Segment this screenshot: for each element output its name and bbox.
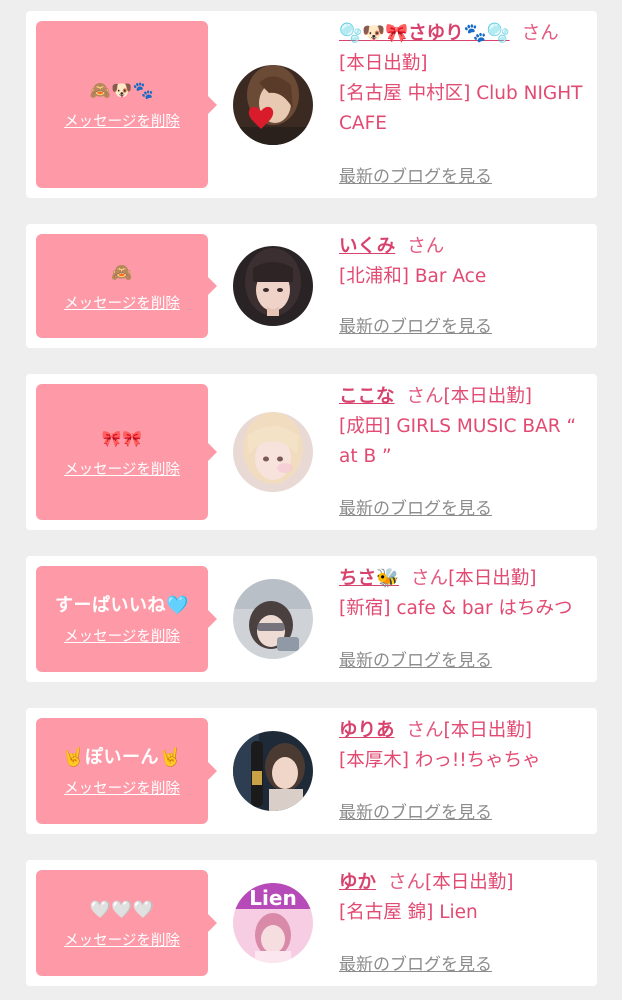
bubble-message: すーぱいいね🩵: [55, 594, 189, 616]
shop-name: [本厚木] わっ!!ちゃちゃ: [339, 750, 541, 771]
latest-blog-link[interactable]: 最新のブログを見る: [339, 312, 492, 337]
shop-name: [北浦和] Bar Ace: [339, 266, 487, 287]
shift-status: [本日出勤]: [448, 568, 537, 589]
message-card: 🤘ぽいーん🤘 メッセージを削除 ゆりあ さん[本日出勤] [本厚木] わっ!!ちゃ…: [26, 708, 597, 834]
sender-info: ここな さん[本日出勤] [成田] GIRLS MUSIC BAR “ at B …: [339, 382, 591, 472]
shop-name: [名古屋 錦] Lien: [339, 902, 478, 923]
avatar-sign-text: Lien: [249, 886, 296, 910]
message-list: 🙈🐶🐾 メッセージを削除 🫧🐶🎀さゆり🐾🫧 さん [本日出勤] [名古屋 中村区]…: [0, 0, 622, 1000]
message-bubble: 🙈 メッセージを削除: [36, 234, 217, 338]
bubble-message: 🙈: [111, 262, 133, 283]
sender-info: ゆりあ さん[本日出勤] [本厚木] わっ!!ちゃちゃ: [339, 716, 591, 776]
bubble-message: 🤍🤍🤍: [89, 899, 155, 920]
message-bubble: 🤍🤍🤍 メッセージを削除: [36, 870, 217, 976]
delete-message-link[interactable]: メッセージを削除: [64, 458, 180, 479]
honorific: さん: [407, 236, 445, 257]
message-card: 🤍🤍🤍 メッセージを削除 Lien ゆか さん[本日出勤] [名古屋 錦] Lie…: [26, 860, 597, 986]
sender-name-link[interactable]: ここな: [339, 386, 395, 407]
honorific: さん: [406, 386, 444, 407]
message-bubble: 🙈🐶🐾 メッセージを削除: [36, 21, 217, 188]
avatar[interactable]: [233, 65, 313, 145]
sender-info: ゆか さん[本日出勤] [名古屋 錦] Lien: [339, 868, 591, 928]
latest-blog-link[interactable]: 最新のブログを見る: [339, 494, 492, 519]
delete-message-link[interactable]: メッセージを削除: [64, 777, 180, 798]
sender-name-link[interactable]: ちさ🐝: [339, 568, 399, 589]
avatar[interactable]: Lien: [233, 883, 313, 963]
sender-name-link[interactable]: ゆか: [339, 872, 376, 893]
avatar[interactable]: [233, 246, 313, 326]
bubble-message: 🙈🐶🐾: [89, 81, 155, 101]
shop-name: [名古屋 中村区] Club NIGHT CAFE: [339, 83, 583, 134]
delete-message-link[interactable]: メッセージを削除: [64, 292, 180, 313]
bubble-message: 🎀🎀: [101, 428, 143, 448]
avatar[interactable]: [233, 731, 313, 811]
delete-message-link[interactable]: メッセージを削除: [64, 929, 180, 950]
sender-name-link[interactable]: いくみ: [339, 236, 395, 257]
message-bubble: 🎀🎀 メッセージを削除: [36, 384, 217, 520]
sender-info: 🫧🐶🎀さゆり🐾🫧 さん [本日出勤] [名古屋 中村区] Club NIGHT C…: [339, 19, 591, 139]
avatar[interactable]: [233, 412, 313, 492]
latest-blog-link[interactable]: 最新のブログを見る: [339, 162, 492, 187]
shift-status: [本日出勤]: [443, 720, 532, 741]
sender-info: ちさ🐝 さん[本日出勤] [新宿] cafe & bar はちみつ: [339, 564, 591, 624]
shift-status: [本日出勤]: [425, 872, 514, 893]
latest-blog-link[interactable]: 最新のブログを見る: [339, 798, 492, 823]
sender-name-link[interactable]: 🫧🐶🎀さゆり🐾🫧: [339, 23, 510, 44]
message-bubble: すーぱいいね🩵 メッセージを削除: [36, 566, 217, 672]
honorific: さん: [411, 568, 449, 589]
shop-name: [新宿] cafe & bar はちみつ: [339, 598, 573, 619]
honorific: さん: [388, 872, 426, 893]
shop-name: [成田] GIRLS MUSIC BAR “ at B ”: [339, 416, 577, 467]
delete-message-link[interactable]: メッセージを削除: [64, 625, 180, 646]
shift-status: [本日出勤]: [443, 386, 532, 407]
sender-name-link[interactable]: ゆりあ: [339, 720, 395, 741]
message-card: 🙈 メッセージを削除 いくみ さん [北浦和] Bar Ace 最新のブログを見る: [26, 224, 597, 348]
shift-status: [本日出勤]: [339, 53, 428, 74]
message-bubble: 🤘ぽいーん🤘 メッセージを削除: [36, 718, 217, 824]
message-card: 🙈🐶🐾 メッセージを削除 🫧🐶🎀さゆり🐾🫧 さん [本日出勤] [名古屋 中村区]…: [26, 11, 597, 198]
honorific: さん: [521, 23, 559, 44]
message-card: 🎀🎀 メッセージを削除 ここな さん[本日出勤] [成田] GIRLS MUSIC…: [26, 374, 597, 530]
bubble-message: 🤘ぽいーん🤘: [62, 746, 182, 768]
avatar[interactable]: [233, 579, 313, 659]
sender-info: いくみ さん [北浦和] Bar Ace: [339, 232, 591, 292]
message-card: すーぱいいね🩵 メッセージを削除 ちさ🐝 さん[本日出勤] [新宿] cafe &…: [26, 556, 597, 682]
delete-message-link[interactable]: メッセージを削除: [64, 110, 180, 131]
latest-blog-link[interactable]: 最新のブログを見る: [339, 646, 492, 671]
latest-blog-link[interactable]: 最新のブログを見る: [339, 950, 492, 975]
honorific: さん: [406, 720, 444, 741]
